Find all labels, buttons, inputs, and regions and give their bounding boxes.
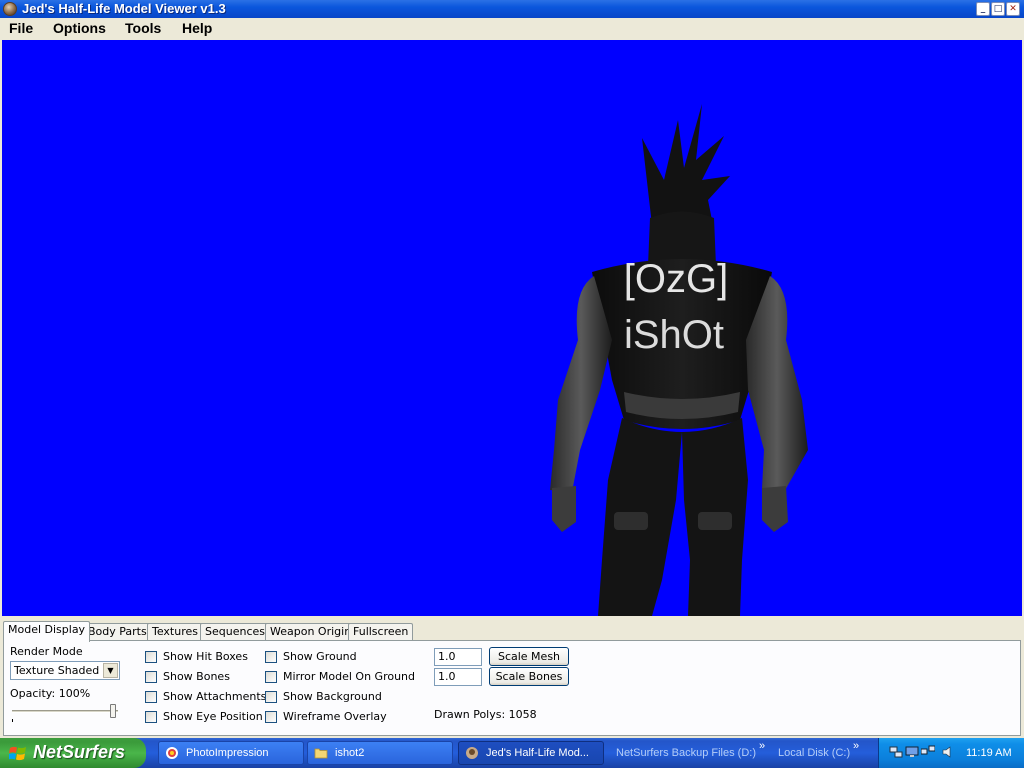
slider-tick bbox=[12, 719, 13, 722]
checkbox-box[interactable] bbox=[145, 711, 157, 723]
start-button[interactable]: NetSurfers bbox=[0, 738, 146, 768]
checkbox-box[interactable] bbox=[145, 691, 157, 703]
model-display-page: Render Mode Texture Shaded ▼ Opacity: 10… bbox=[3, 640, 1021, 736]
checkbox-label: Show Attachments bbox=[163, 690, 267, 703]
opacity-label: Opacity: 100% bbox=[10, 687, 91, 700]
model-right-hand bbox=[762, 486, 788, 532]
render-mode-select[interactable]: Texture Shaded ▼ bbox=[10, 661, 120, 680]
minimize-button[interactable]: _ bbox=[976, 2, 990, 16]
title-bar[interactable]: Jed's Half-Life Model Viewer v1.3 _ □ ✕ bbox=[0, 0, 1024, 18]
menu-options[interactable]: Options bbox=[52, 19, 107, 37]
model-left-arm bbox=[550, 276, 612, 492]
photoimpression-icon bbox=[166, 747, 178, 759]
checkbox-label: Show Hit Boxes bbox=[163, 650, 248, 663]
taskbar-button-ishot2[interactable]: ishot2 bbox=[307, 741, 453, 765]
tab-body-parts[interactable]: Body Parts bbox=[83, 623, 152, 641]
menu-file[interactable]: File bbox=[8, 19, 34, 37]
checkbox-label: Show Background bbox=[283, 690, 382, 703]
tab-fullscreen[interactable]: Fullscreen bbox=[348, 623, 414, 641]
checkbox-label: Show Ground bbox=[283, 650, 357, 663]
taskbar-button-label: PhotoImpression bbox=[186, 747, 269, 759]
opacity-slider-track[interactable] bbox=[12, 710, 118, 713]
model-hair bbox=[642, 104, 730, 230]
menu-tools[interactable]: Tools bbox=[124, 19, 162, 37]
taskbar-button-hlmv[interactable]: Jed's Half-Life Mod... bbox=[458, 741, 604, 765]
network-connections-icon[interactable] bbox=[921, 745, 935, 759]
taskbar-button-label: Jed's Half-Life Mod... bbox=[486, 747, 589, 759]
taskbar-button-label: ishot2 bbox=[335, 747, 365, 759]
taskbar-button-photoimpression[interactable]: PhotoImpression bbox=[158, 741, 304, 765]
checkbox-label: Show Eye Position bbox=[163, 710, 263, 723]
local-disk-link[interactable]: Local Disk (C:) bbox=[778, 741, 850, 765]
drawn-polys-readout: Drawn Polys: 1058 bbox=[434, 708, 537, 721]
opacity-slider-thumb[interactable] bbox=[110, 704, 116, 718]
model-text-line2: iShOt bbox=[624, 313, 724, 357]
system-tray: 11:19 AM bbox=[878, 738, 1024, 768]
app-icon[interactable] bbox=[3, 2, 17, 16]
hlmv-icon bbox=[466, 747, 478, 759]
tab-textures[interactable]: Textures bbox=[147, 623, 203, 641]
chevron-right-icon[interactable]: » bbox=[853, 739, 859, 753]
scale-mesh-input[interactable]: 1.0 bbox=[434, 648, 482, 666]
render-mode-label: Render Mode bbox=[10, 645, 83, 658]
window-title: Jed's Half-Life Model Viewer v1.3 bbox=[22, 1, 226, 16]
taskbar: NetSurfers PhotoImpression ishot2 Jed's … bbox=[0, 738, 1024, 768]
tab-model-display[interactable]: Model Display bbox=[3, 621, 91, 642]
windows-logo-icon bbox=[9, 746, 26, 761]
model-viewport[interactable]: [OzG] iShOt bbox=[2, 40, 1022, 616]
menu-help[interactable]: Help bbox=[181, 19, 213, 37]
volume-icon[interactable] bbox=[941, 745, 955, 759]
maximize-button[interactable]: □ bbox=[991, 2, 1005, 16]
network-icon[interactable] bbox=[889, 745, 903, 759]
checkbox-box[interactable] bbox=[145, 651, 157, 663]
checkbox-label: Mirror Model On Ground bbox=[283, 670, 416, 683]
checkbox-box[interactable] bbox=[145, 671, 157, 683]
checkbox-box[interactable] bbox=[265, 691, 277, 703]
scale-bones-button[interactable]: Scale Bones bbox=[489, 667, 569, 686]
checkbox-box[interactable] bbox=[265, 671, 277, 683]
tab-sequences[interactable]: Sequences bbox=[200, 623, 270, 641]
backup-files-drive-link[interactable]: NetSurfers Backup Files (D:) bbox=[616, 741, 756, 765]
model-text-line1: [OzG] bbox=[624, 257, 728, 301]
folder-icon bbox=[314, 748, 328, 759]
scale-mesh-button[interactable]: Scale Mesh bbox=[489, 647, 569, 666]
model-left-hand bbox=[552, 486, 576, 532]
checkbox-label: Show Bones bbox=[163, 670, 230, 683]
control-panel: Model Display Body Parts Textures Sequen… bbox=[0, 617, 1024, 738]
checkbox-box[interactable] bbox=[265, 711, 277, 723]
display-icon[interactable] bbox=[905, 745, 919, 759]
checkbox-label: Wireframe Overlay bbox=[283, 710, 387, 723]
chevron-right-icon[interactable]: » bbox=[759, 739, 765, 753]
render-mode-value: Texture Shaded bbox=[14, 664, 100, 677]
menu-bar: File Options Tools Help bbox=[0, 18, 1024, 38]
scale-bones-input[interactable]: 1.0 bbox=[434, 668, 482, 686]
player-model: [OzG] iShOt bbox=[550, 104, 808, 616]
tab-weapon-origin[interactable]: Weapon Origin bbox=[265, 623, 357, 641]
close-button[interactable]: ✕ bbox=[1006, 2, 1020, 16]
checkbox-box[interactable] bbox=[265, 651, 277, 663]
start-label: NetSurfers bbox=[33, 742, 126, 762]
chevron-down-icon[interactable]: ▼ bbox=[103, 663, 118, 678]
clock[interactable]: 11:19 AM bbox=[966, 738, 1012, 768]
